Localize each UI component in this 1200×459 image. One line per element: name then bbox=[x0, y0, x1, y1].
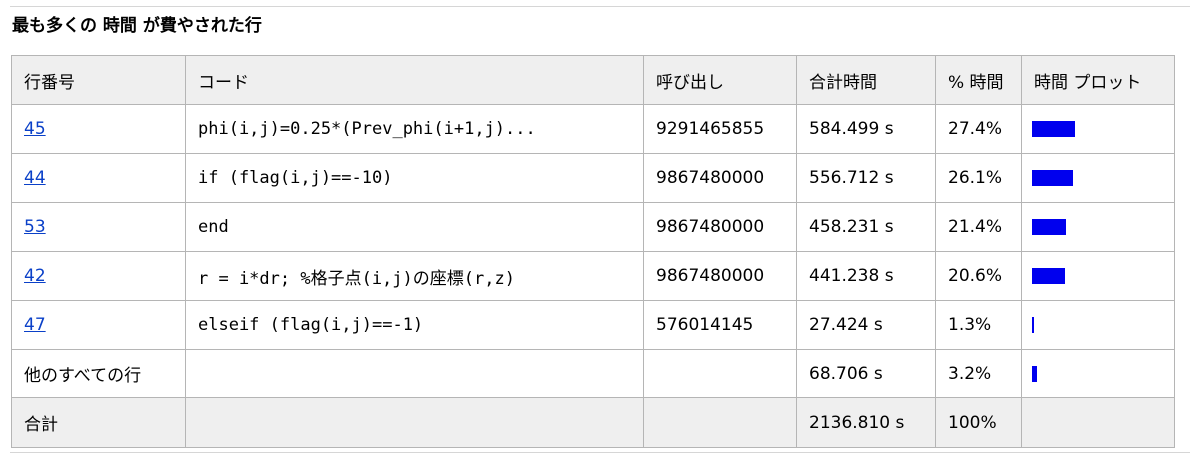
percent-time-cell: 3.2% bbox=[935, 349, 1022, 398]
total-time-cell: 584.499 s bbox=[796, 104, 936, 154]
line-link[interactable]: 45 bbox=[24, 119, 46, 139]
table-row: 53 end 9867480000 458.231 s 21.4% bbox=[11, 202, 1175, 252]
table-row: 42 r = i*dr; %格子点(i,j)の座標(r,z) 986748000… bbox=[11, 251, 1175, 301]
calls-cell-empty bbox=[643, 397, 797, 448]
header-percent-time: % 時間 bbox=[935, 55, 1022, 105]
header-time-plot: 時間 プロット bbox=[1021, 55, 1175, 105]
percent-time-cell: 21.4% bbox=[935, 202, 1022, 252]
time-bar bbox=[1032, 170, 1073, 186]
time-bar bbox=[1032, 219, 1066, 235]
calls-cell: 9867480000 bbox=[643, 251, 797, 301]
percent-time-cell: 100% bbox=[935, 397, 1022, 448]
busy-lines-table: 行番号 コード 呼び出し 合計時間 % 時間 時間 プロット 45 phi(i,… bbox=[11, 55, 1175, 448]
line-link[interactable]: 47 bbox=[24, 315, 46, 335]
other-lines-label: 他のすべての行 bbox=[11, 349, 186, 398]
line-number-cell: 44 bbox=[11, 153, 186, 203]
table-row: 47 elseif (flag(i,j)==-1) 576014145 27.4… bbox=[11, 300, 1175, 350]
line-link[interactable]: 53 bbox=[24, 217, 46, 237]
table-row: 45 phi(i,j)=0.25*(Prev_phi(i+1,j)... 929… bbox=[11, 104, 1175, 154]
time-plot-cell-empty bbox=[1021, 397, 1175, 448]
code-cell: r = i*dr; %格子点(i,j)の座標(r,z) bbox=[185, 251, 644, 301]
line-number-cell: 53 bbox=[11, 202, 186, 252]
time-plot-cell bbox=[1021, 349, 1175, 398]
total-time-cell: 27.424 s bbox=[796, 300, 936, 350]
header-line-number: 行番号 bbox=[11, 55, 186, 105]
line-number-cell: 42 bbox=[11, 251, 186, 301]
time-bar bbox=[1032, 317, 1034, 333]
table-header-row: 行番号 コード 呼び出し 合計時間 % 時間 時間 プロット bbox=[11, 55, 1175, 105]
line-number-cell: 45 bbox=[11, 104, 186, 154]
top-divider bbox=[10, 6, 1190, 7]
percent-time-cell: 26.1% bbox=[935, 153, 1022, 203]
time-bar bbox=[1032, 268, 1065, 284]
code-cell: elseif (flag(i,j)==-1) bbox=[185, 300, 644, 350]
time-plot-cell bbox=[1021, 300, 1175, 350]
calls-cell-empty bbox=[643, 349, 797, 398]
percent-time-cell: 20.6% bbox=[935, 251, 1022, 301]
total-time-cell: 556.712 s bbox=[796, 153, 936, 203]
calls-cell: 9867480000 bbox=[643, 153, 797, 203]
code-cell: end bbox=[185, 202, 644, 252]
line-number-cell: 47 bbox=[11, 300, 186, 350]
calls-cell: 576014145 bbox=[643, 300, 797, 350]
total-row: 合計 2136.810 s 100% bbox=[11, 397, 1175, 448]
section-title: 最も多くの 時間 が費やされた行 bbox=[12, 16, 262, 36]
total-time-cell: 458.231 s bbox=[796, 202, 936, 252]
time-plot-cell bbox=[1021, 104, 1175, 154]
table-row: 44 if (flag(i,j)==-10) 9867480000 556.71… bbox=[11, 153, 1175, 203]
total-time-cell: 441.238 s bbox=[796, 251, 936, 301]
code-cell: phi(i,j)=0.25*(Prev_phi(i+1,j)... bbox=[185, 104, 644, 154]
time-bar bbox=[1032, 365, 1037, 382]
other-lines-row: 他のすべての行 68.706 s 3.2% bbox=[11, 349, 1175, 398]
time-plot-cell bbox=[1021, 153, 1175, 203]
line-link[interactable]: 42 bbox=[24, 266, 46, 286]
line-link[interactable]: 44 bbox=[24, 168, 46, 188]
time-plot-cell bbox=[1021, 202, 1175, 252]
header-calls: 呼び出し bbox=[643, 55, 797, 105]
code-cell: if (flag(i,j)==-10) bbox=[185, 153, 644, 203]
percent-time-cell: 27.4% bbox=[935, 104, 1022, 154]
time-bar bbox=[1032, 121, 1075, 137]
code-cell-empty bbox=[185, 397, 644, 448]
time-plot-cell bbox=[1021, 251, 1175, 301]
code-cell-empty bbox=[185, 349, 644, 398]
bottom-divider bbox=[10, 452, 1190, 453]
header-total-time: 合計時間 bbox=[796, 55, 936, 105]
calls-cell: 9291465855 bbox=[643, 104, 797, 154]
percent-time-cell: 1.3% bbox=[935, 300, 1022, 350]
total-time-cell: 2136.810 s bbox=[796, 397, 936, 448]
total-time-cell: 68.706 s bbox=[796, 349, 936, 398]
calls-cell: 9867480000 bbox=[643, 202, 797, 252]
total-label: 合計 bbox=[11, 397, 186, 448]
header-code: コード bbox=[185, 55, 644, 105]
